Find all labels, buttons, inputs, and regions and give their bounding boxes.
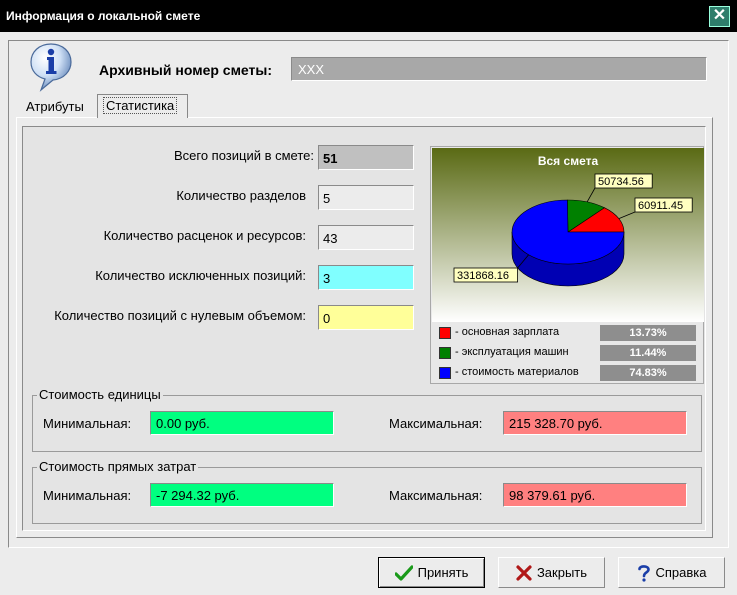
accept-button-label: Принять [417, 565, 469, 580]
unit-cost-min-value: 0.00 руб. [150, 411, 334, 435]
tab-attributes[interactable]: Атрибуты [21, 96, 97, 117]
direct-cost-min-value: -7 294.32 руб. [150, 483, 334, 507]
stat-value-rates-resources: 43 [318, 225, 414, 250]
checkmark-icon [394, 564, 413, 581]
close-button-label: Закрыть [536, 565, 588, 580]
direct-cost-max-value: 98 379.61 руб. [503, 483, 687, 507]
help-button-label: Справка [655, 565, 707, 580]
close-window-button[interactable]: ✕ [709, 6, 730, 27]
pie-chart-panel: Вся смета 60911.45 50734.56 331868.16 - ос… [430, 146, 704, 384]
unit-cost-min-label: Минимальная: [43, 416, 132, 431]
close-button[interactable]: Закрыть [498, 557, 605, 588]
unit-cost-group-title: Стоимость единицы [37, 387, 163, 402]
legend-swatch-1 [439, 347, 451, 359]
info-icon [30, 43, 72, 92]
pie-value-label-0: 60911.45 [638, 200, 683, 212]
legend-swatch-2 [439, 367, 451, 379]
legend-percent-1: 11.44% [600, 345, 696, 361]
unit-cost-max-label: Максимальная: [389, 416, 483, 431]
stat-label-zero-volume: Количество позиций с нулевым объемом: [54, 308, 306, 323]
direct-cost-max-label: Максимальная: [389, 488, 483, 503]
stat-label-total-positions: Всего позиций в смете: [173, 148, 314, 163]
stat-value-total-positions: 51 [318, 145, 414, 170]
direct-cost-min-label: Минимальная: [43, 488, 132, 503]
close-icon: ✕ [712, 7, 727, 24]
help-button[interactable]: Справка [618, 557, 725, 588]
stat-label-rates-resources: Количество расценок и ресурсов: [103, 228, 306, 243]
legend-label-2: - стоимость материалов [455, 366, 579, 378]
legend-percent-2: 74.83% [600, 365, 696, 381]
tab-statistics-label: Статистика [103, 97, 178, 114]
question-icon [637, 564, 650, 582]
tab-statistics[interactable]: Статистика [97, 94, 188, 118]
title-bar[interactable]: Информация о локальной смете ✕ [0, 0, 737, 32]
archive-number-label: Архивный номер сметы: [99, 62, 273, 78]
accept-button[interactable]: Принять [378, 557, 485, 588]
legend-swatch-0 [439, 327, 451, 339]
legend-percent-0: 13.73% [600, 325, 696, 341]
stat-value-zero-volume: 0 [318, 305, 414, 330]
stat-label-excluded-positions: Количество исключенных позиций: [95, 268, 306, 283]
dialog-window: Информация о локальной смете ✕ Архивный … [0, 0, 737, 595]
window-title: Информация о локальной смете [6, 9, 201, 23]
legend-label-1: - эксплуатация машин [455, 346, 569, 358]
pie-value-label-2: 331868.16 [457, 270, 509, 282]
archive-number-field[interactable]: XXX [291, 57, 707, 81]
x-mark-icon [516, 564, 532, 581]
stat-label-sections: Количество разделов [176, 188, 306, 203]
pie-chart: Вся смета 60911.45 50734.56 331868.16 [432, 148, 704, 322]
legend-label-0: - основная зарплата [455, 326, 560, 338]
pie-value-label-1: 50734.56 [598, 176, 644, 188]
unit-cost-max-value: 215 328.70 руб. [503, 411, 687, 435]
stat-value-sections: 5 [318, 185, 414, 210]
chart-title: Вся смета [538, 154, 599, 168]
stat-value-excluded-positions: 3 [318, 265, 414, 290]
direct-cost-group-title: Стоимость прямых затрат [37, 459, 199, 474]
